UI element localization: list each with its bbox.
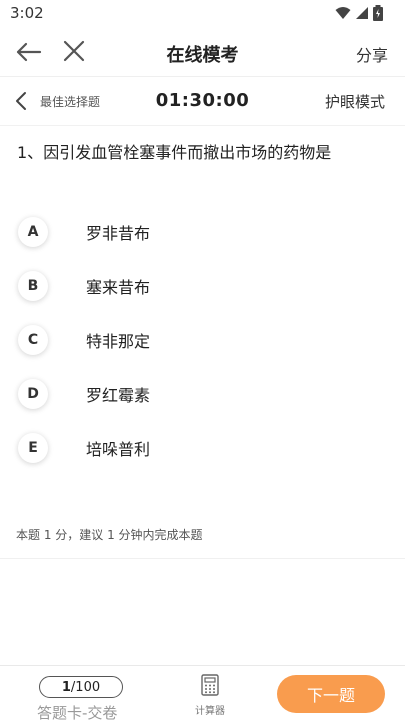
app-header: 在线模考 分享 [0,28,405,77]
option-b[interactable]: B 塞来昔布 [18,268,388,304]
option-text: 罗红霉素 [86,386,151,405]
share-button[interactable]: 分享 [356,42,388,66]
next-question-button[interactable]: 下一题 [277,675,385,713]
calculator-label: 计算器 [195,706,225,717]
option-text: 特非那定 [86,332,151,351]
option-text: 塞来昔布 [86,278,151,297]
battery-icon [373,5,383,21]
option-a[interactable]: A 罗非昔布 [18,214,388,250]
bottom-bar: 1/100 答题卡-交卷 计算器 下一题 [0,665,405,722]
option-text: 培哚普利 [86,440,151,459]
option-text: 罗非昔布 [86,224,151,243]
option-letter: A [18,217,48,247]
status-time: 3:02 [10,4,44,22]
score-note: 本题 1 分，建议 1 分钟内完成本题 [16,528,203,542]
current-question-number: 1 [61,679,71,695]
calculator-icon [201,674,219,696]
option-letter: C [18,325,48,355]
status-bar: 3:02 [0,0,405,28]
question-text: 1、因引发血管栓塞事件而撤出市场的药物是 [17,142,389,164]
wifi-icon [335,7,351,19]
option-d[interactable]: D 罗红霉素 [18,376,388,412]
option-letter: D [18,379,48,409]
signal-icon [356,7,368,19]
eye-mode-toggle[interactable]: 护眼模式 [325,91,385,112]
status-icons [335,5,383,21]
option-e[interactable]: E 培哚普利 [18,430,388,466]
progress-pill[interactable]: 1/100 [39,676,123,698]
calculator-button[interactable]: 计算器 [190,674,230,717]
question-stem: 因引发血管栓塞事件而撤出市场的药物是 [43,143,332,162]
option-letter: E [18,433,48,463]
divider [0,558,405,559]
option-letter: B [18,271,48,301]
question-number: 1、 [17,143,44,162]
exam-subbar: 最佳选择题 01:30:00 护眼模式 [0,77,405,126]
total-questions: /100 [70,679,101,695]
page-title: 在线模考 [166,45,239,66]
option-c[interactable]: C 特非那定 [18,322,388,358]
